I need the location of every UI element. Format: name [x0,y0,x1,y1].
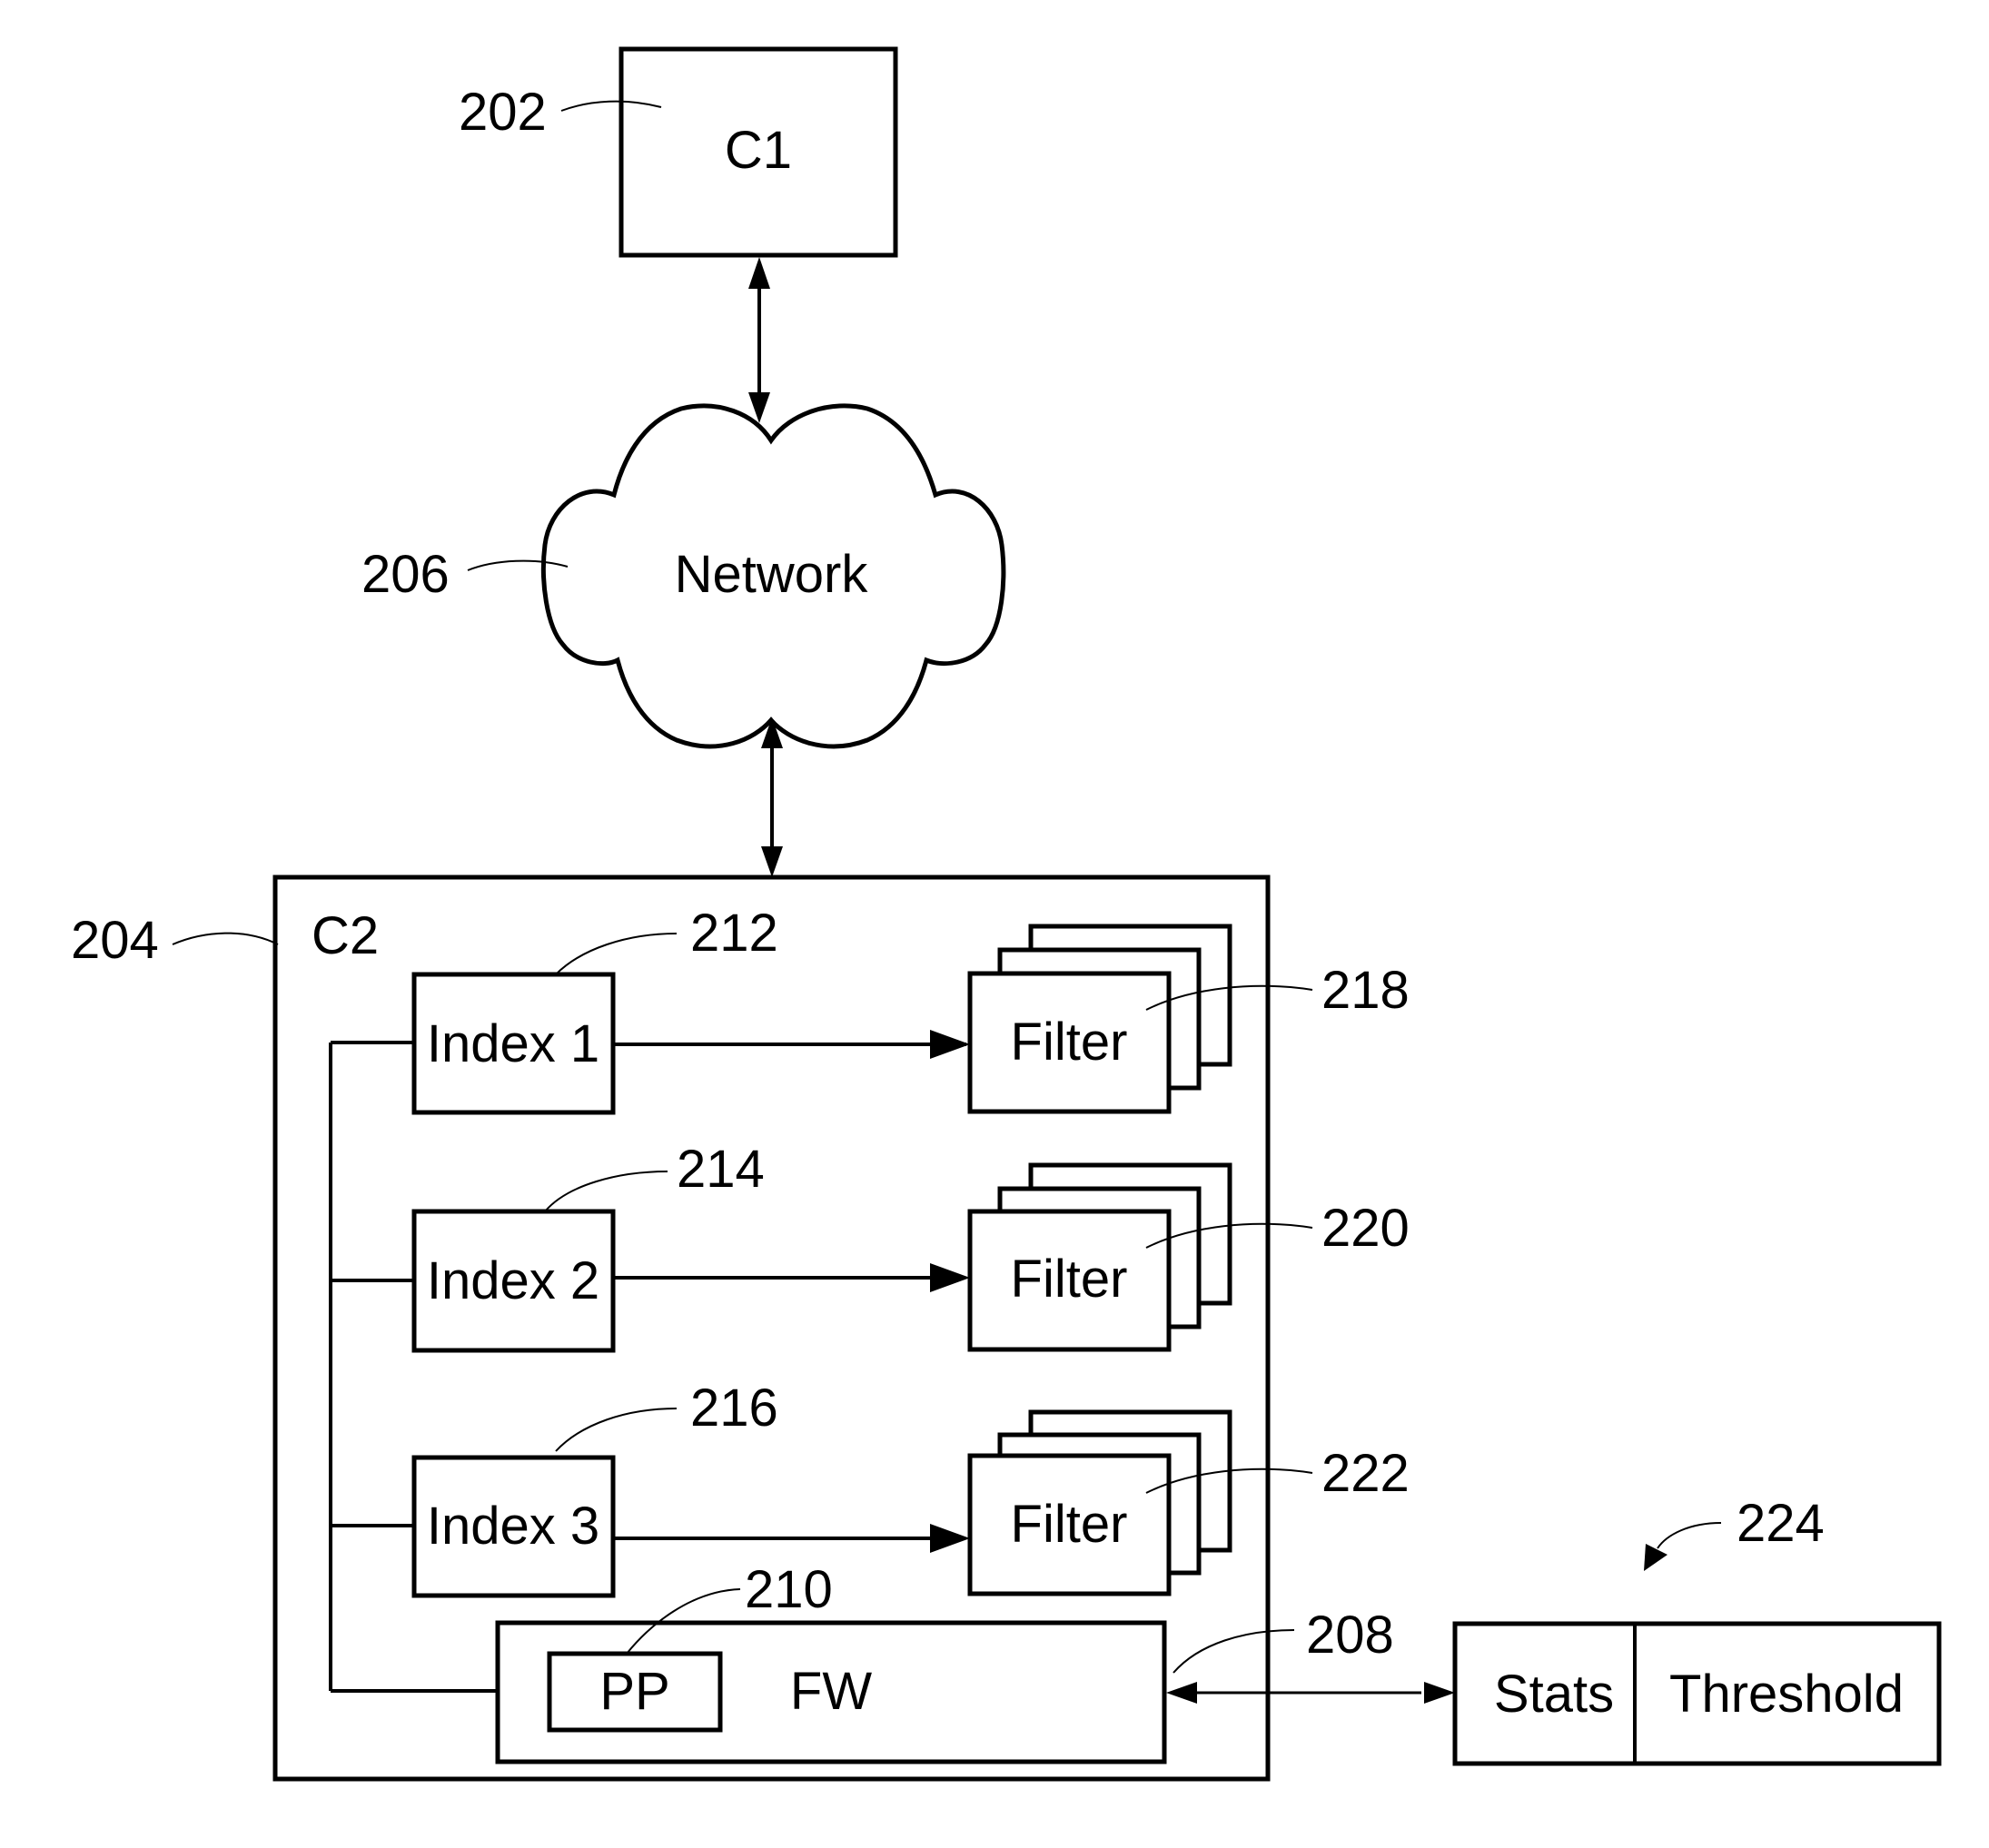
ref-222: 222 [1321,1444,1410,1503]
fw-label: FW [790,1662,872,1721]
ref-206: 206 [361,545,450,604]
ref-218: 218 [1321,961,1410,1020]
diagram-canvas: C1 202 Network 206 C2 204 Index 1 212 Fi… [71,46,1942,1782]
c1-network-connector [748,257,770,423]
stats-label: Stats [1494,1665,1614,1724]
filter-1-stack: Filter [967,924,1232,1114]
stats-threshold-node: Stats Threshold [1452,1621,1942,1766]
c1-label: C1 [725,121,792,180]
ref-224: 224 [1737,1494,1825,1553]
index-3-node: Index 3 [411,1455,616,1598]
leader-204 [172,932,279,945]
ref-216: 216 [690,1379,778,1438]
ref-204: 204 [71,911,159,970]
filter-3-label: Filter [1011,1495,1128,1554]
ref-212: 212 [690,904,778,963]
network-c2-connector [761,717,783,877]
network-label: Network [675,545,869,604]
filter-2-stack: Filter [967,1162,1232,1352]
arrowhead-down [761,846,783,877]
ref-210: 210 [745,1560,833,1619]
arrowhead-up [748,257,770,289]
fw-node: FW PP [495,1620,1167,1764]
index-2-node: Index 2 [411,1209,616,1353]
ref-220: 220 [1321,1199,1410,1258]
network-node: Network [540,403,1006,749]
index-1-node: Index 1 [411,972,616,1115]
filter-1-label: Filter [1011,1013,1128,1072]
leader-224 [1657,1522,1722,1549]
c2-label: C2 [312,906,379,965]
pp-label: PP [599,1662,669,1721]
filter-3-stack: Filter [967,1409,1232,1596]
index-3-label: Index 3 [427,1497,599,1556]
filter-2-label: Filter [1011,1250,1128,1309]
ref-208: 208 [1306,1606,1394,1665]
ref-202: 202 [459,83,547,142]
ref-214: 214 [677,1140,765,1199]
threshold-label: Threshold [1669,1665,1904,1724]
arrowhead-224 [1644,1544,1667,1571]
c1-node: C1 [618,46,898,258]
index-2-label: Index 2 [427,1251,599,1310]
arrowhead-right [1424,1682,1455,1704]
index-1-label: Index 1 [427,1014,599,1073]
